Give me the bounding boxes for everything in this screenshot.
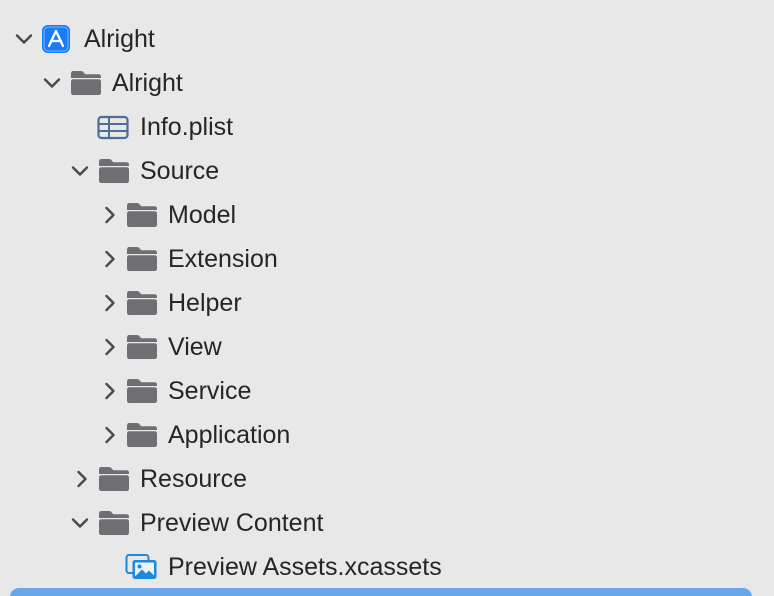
- tree-item-label: Helper: [168, 289, 242, 317]
- tree-row-resource[interactable]: Resource: [0, 457, 774, 501]
- app-project-icon: [40, 25, 72, 53]
- chevron-right-icon[interactable]: [70, 467, 94, 491]
- tree-item-label: Info.plist: [140, 113, 234, 141]
- chevron-right-icon[interactable]: [98, 247, 122, 271]
- chevron-right-icon[interactable]: [98, 423, 122, 447]
- tree-row-view[interactable]: View: [0, 325, 774, 369]
- folder-icon: [126, 421, 158, 449]
- tree-item-label: Alright: [112, 69, 183, 97]
- chevron-down-icon[interactable]: [68, 159, 92, 183]
- folder-icon: [126, 245, 158, 273]
- tree-row-source[interactable]: Source: [0, 149, 774, 193]
- chevron-right-icon[interactable]: [98, 291, 122, 315]
- chevron-down-icon[interactable]: [40, 71, 64, 95]
- tree-item-label: Model: [168, 201, 237, 229]
- project-navigator: Alright Alright Info.plist Source Model …: [0, 0, 774, 596]
- plist-table-icon: [97, 113, 129, 141]
- tree-row-extension[interactable]: Extension: [0, 237, 774, 281]
- chevron-right-icon[interactable]: [98, 379, 122, 403]
- tree-item-label: Extension: [168, 245, 278, 273]
- asset-catalog-icon: [125, 553, 157, 581]
- folder-icon: [126, 289, 158, 317]
- tree-item-label: Application: [168, 421, 291, 449]
- tree-item-label: View: [168, 333, 222, 361]
- folder-icon: [126, 201, 158, 229]
- folder-icon: [98, 465, 130, 493]
- selected-row-highlight[interactable]: [10, 588, 752, 596]
- folder-icon: [98, 157, 130, 185]
- tree-item-label: Alright: [84, 25, 155, 53]
- tree-row-preview-assets[interactable]: Preview Assets.xcassets: [0, 545, 774, 589]
- tree-item-label: Service: [168, 377, 252, 405]
- tree-row-application[interactable]: Application: [0, 413, 774, 457]
- tree-item-label: Preview Content: [140, 509, 324, 537]
- chevron-down-icon[interactable]: [68, 511, 92, 535]
- tree-item-label: Source: [140, 157, 220, 185]
- tree-row-project-alright[interactable]: Alright: [0, 17, 774, 61]
- folder-icon: [126, 377, 158, 405]
- tree-row-helper[interactable]: Helper: [0, 281, 774, 325]
- tree-row-group-alright[interactable]: Alright: [0, 61, 774, 105]
- chevron-right-icon[interactable]: [98, 203, 122, 227]
- tree-row-service[interactable]: Service: [0, 369, 774, 413]
- tree-item-label: Preview Assets.xcassets: [168, 553, 442, 581]
- chevron-down-icon[interactable]: [12, 27, 36, 51]
- tree-item-label: Resource: [140, 465, 247, 493]
- chevron-right-icon[interactable]: [98, 335, 122, 359]
- tree-row-info-plist[interactable]: Info.plist: [0, 105, 774, 149]
- folder-icon: [126, 333, 158, 361]
- tree-row-model[interactable]: Model: [0, 193, 774, 237]
- tree-row-preview-content[interactable]: Preview Content: [0, 501, 774, 545]
- folder-icon: [98, 509, 130, 537]
- folder-icon: [70, 69, 102, 97]
